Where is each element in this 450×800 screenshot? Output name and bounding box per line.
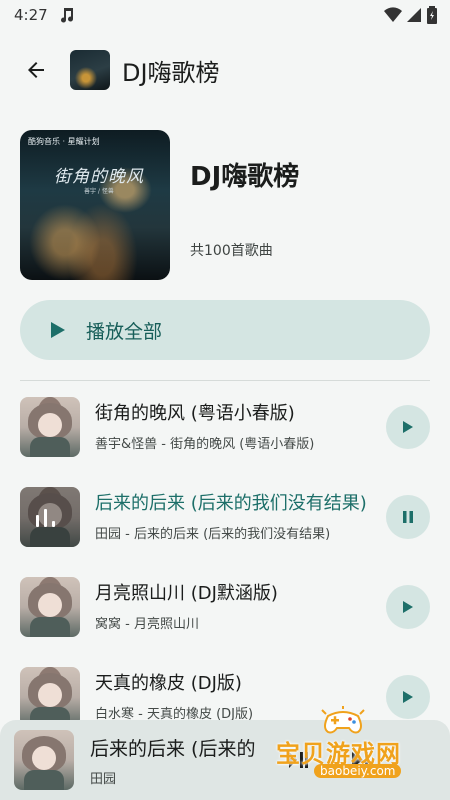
play-button[interactable] [386, 405, 430, 449]
play-all-button[interactable]: 播放全部 [20, 300, 430, 360]
play-icon [403, 421, 413, 433]
mini-player-title: 后来的后来 (后来的 [90, 738, 256, 760]
list-item[interactable]: 街角的晚风 (粤语小春版) 善宇&怪兽 - 街角的晚风 (粤语小春版) [0, 381, 450, 461]
status-icons [384, 6, 438, 24]
song-thumbnail [20, 577, 80, 637]
song-count: 共100首歌曲 [190, 243, 273, 259]
status-bar: 4:27 [0, 0, 450, 30]
song-title: 街角的晚风 (粤语小春版) [95, 403, 295, 424]
battery-icon [427, 6, 437, 24]
play-icon [403, 691, 413, 703]
song-title: 天真的橡皮 (DJ版) [95, 673, 242, 694]
pause-button[interactable] [386, 495, 430, 539]
status-time: 4:27 [14, 6, 48, 24]
song-thumbnail [20, 487, 80, 547]
cover-brand: 酷狗音乐 · 星耀计划 [28, 137, 100, 146]
cover-title: 街角的晚风 [54, 167, 144, 187]
song-title: 后来的后来 (后来的我们没有结果) [95, 493, 367, 514]
cover-artist: 善宇 / 怪兽 [84, 188, 114, 195]
watermark-url: baobeiy.com [314, 764, 402, 778]
song-thumbnail [20, 397, 80, 457]
play-button[interactable] [386, 585, 430, 629]
list-item[interactable]: 后来的后来 (后来的我们没有结果) 田园 - 后来的后来 (后来的我们没有结果) [0, 471, 450, 551]
song-subtitle: 田园 - 后来的后来 (后来的我们没有结果) [95, 527, 331, 542]
play-icon [403, 601, 413, 613]
watermark-logo: 宝贝游戏网 baobeiy.com [272, 706, 442, 784]
gamepad-icon [321, 706, 365, 734]
arrow-left-icon [28, 62, 44, 78]
playlist-title: DJ嗨歌榜 [190, 162, 300, 192]
playlist-cover: 酷狗音乐 · 星耀计划 街角的晚风 善宇 / 怪兽 [20, 130, 170, 280]
app-bar: DJ嗨歌榜 [0, 40, 450, 100]
song-subtitle: 善宇&怪兽 - 街角的晚风 (粤语小春版) [95, 437, 315, 452]
pause-icon [403, 511, 413, 523]
play-all-label: 播放全部 [86, 320, 163, 343]
play-icon [51, 322, 65, 338]
signal-icon [407, 8, 421, 22]
music-note-icon [60, 8, 73, 23]
mini-player-artist: 田园 [90, 772, 117, 787]
appbar-cover-image [70, 50, 110, 90]
song-title: 月亮照山川 (DJ默涵版) [95, 583, 278, 604]
song-subtitle: 窝窝 - 月亮照山川 [95, 617, 199, 632]
list-item[interactable]: 月亮照山川 (DJ默涵版) 窝窝 - 月亮照山川 [0, 561, 450, 641]
back-button[interactable] [14, 48, 58, 92]
wifi-icon [384, 7, 402, 23]
appbar-title: DJ嗨歌榜 [122, 58, 220, 87]
mini-player-thumbnail [14, 730, 74, 790]
equalizer-icon [36, 509, 55, 527]
song-thumbnail [20, 667, 80, 727]
